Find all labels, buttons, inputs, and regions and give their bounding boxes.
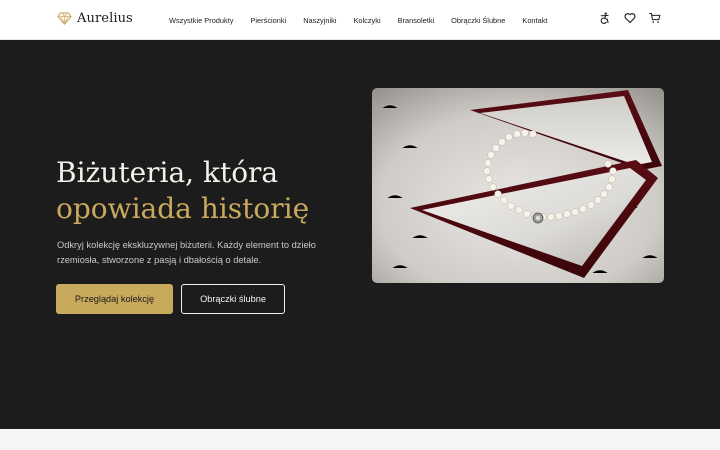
hero-title-line1: Biżuteria, która [56,156,279,189]
main-nav: Wszystkie Produkty Pierścionki Naszyjnik… [169,0,564,40]
hero-title: Biżuteria, która opowiada historię [56,155,309,227]
nav-item-bracelets[interactable]: Bransoletki [398,16,435,25]
header-actions [599,12,661,24]
hero-image-pearl-necklace [372,88,664,283]
site-header: Aurelius Wszystkie Produkty Pierścionki … [0,0,720,40]
logo[interactable]: Aurelius [57,11,133,26]
nav-item-rings[interactable]: Pierścionki [250,16,286,25]
brand-name: Aurelius [77,11,133,26]
diamond-icon [57,12,72,26]
heart-icon[interactable] [624,12,636,24]
nav-item-contact[interactable]: Kontakt [522,16,547,25]
hero-description: Odkryj kolekcję ekskluzywnej biżuterii. … [57,240,316,265]
nav-item-all-products[interactable]: Wszystkie Produkty [169,16,233,25]
wedding-rings-button[interactable]: Obrączki ślubne [181,284,285,314]
nav-item-wedding-rings[interactable]: Obrączki Ślubne [451,16,505,25]
nav-item-necklaces[interactable]: Naszyjniki [303,16,336,25]
next-section [0,429,720,450]
browse-collection-button[interactable]: Przeglądaj kolekcję [56,284,173,314]
accessibility-icon[interactable] [599,12,611,24]
cart-icon[interactable] [649,12,661,24]
nav-item-earrings[interactable]: Kolczyki [353,16,380,25]
hero-title-line2: opowiada historię [56,192,310,225]
hero-section: Biżuteria, która opowiada historię Odkry… [0,40,720,429]
